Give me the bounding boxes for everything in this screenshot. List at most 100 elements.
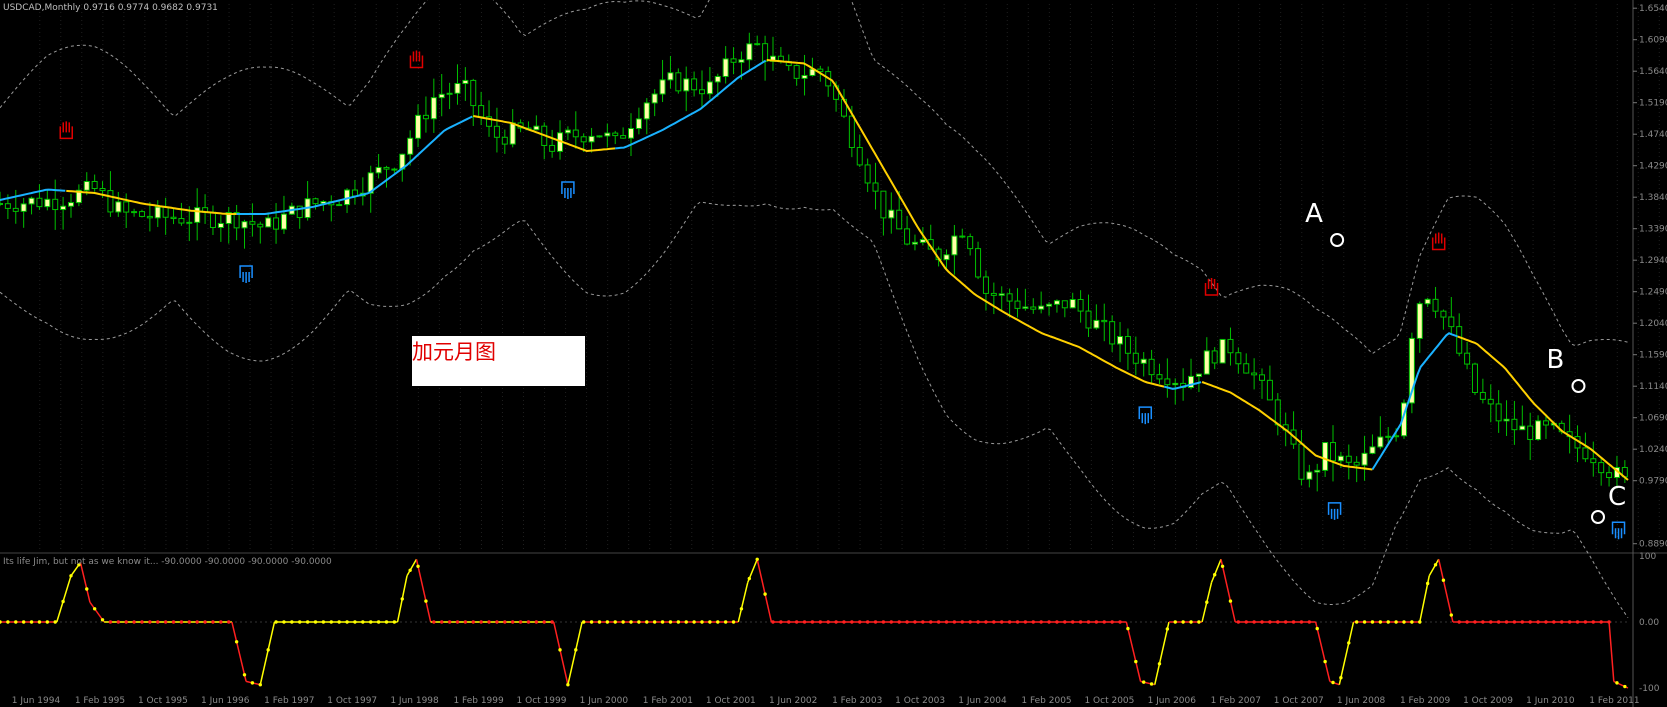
candle-body: [1053, 300, 1060, 305]
candle-body: [115, 201, 122, 213]
osc-point: [487, 620, 491, 624]
candle-body: [1038, 305, 1045, 310]
price-tick-label: 0.9790: [1639, 477, 1667, 487]
osc-point: [692, 620, 696, 624]
candle-body: [1440, 310, 1447, 318]
osc-point: [1276, 620, 1280, 624]
osc-point: [1339, 676, 1343, 680]
annotation-c: C: [1608, 482, 1626, 512]
candle-body: [880, 190, 887, 219]
annotation-b: B: [1546, 345, 1564, 375]
candle-body: [438, 93, 445, 99]
osc-point: [1094, 620, 1099, 624]
candle-body: [83, 180, 90, 191]
candle-body: [1117, 336, 1124, 345]
time-tick-label: 1 Feb 2003: [832, 696, 882, 706]
osc-point: [566, 683, 570, 687]
price-tick-label: 1.6540: [1639, 4, 1667, 14]
osc-point: [621, 620, 625, 624]
osc-point: [818, 620, 823, 624]
candle-body: [170, 216, 177, 220]
candle-body: [730, 58, 737, 63]
time-tick-label: 1 Jun 2006: [1148, 696, 1197, 706]
candle-body: [951, 235, 958, 256]
osc-point: [652, 620, 657, 624]
osc-point: [1607, 620, 1611, 624]
osc-point: [92, 607, 97, 611]
osc-point: [1110, 620, 1114, 624]
price-tick-label: 1.1140: [1639, 382, 1667, 392]
osc-point: [1149, 682, 1154, 686]
price-tick-label: 1.6090: [1639, 36, 1667, 46]
osc-point: [1552, 620, 1556, 624]
candle-body: [628, 127, 635, 139]
candle-body: [1535, 420, 1542, 440]
candle-body: [572, 129, 579, 138]
osc-point: [1165, 627, 1170, 631]
osc-point: [61, 599, 65, 604]
osc-tick-label: 0.00: [1639, 618, 1659, 628]
candle-body: [60, 205, 67, 211]
osc-point: [739, 607, 744, 611]
osc-point: [258, 683, 262, 687]
osc-point: [581, 620, 586, 624]
osc-point: [227, 620, 231, 624]
osc-point: [29, 620, 34, 624]
candle-body: [1511, 418, 1518, 431]
candle-body: [1014, 300, 1021, 309]
candle-body: [1085, 310, 1092, 329]
osc-point: [400, 597, 404, 601]
candle-body: [967, 236, 974, 250]
candle-body: [1101, 319, 1108, 323]
osc-point: [1047, 620, 1051, 624]
candle-body: [754, 43, 761, 46]
osc-point: [471, 620, 475, 624]
price-tick-label: 1.4740: [1639, 130, 1667, 140]
osc-point: [929, 620, 933, 624]
osc-point: [542, 620, 546, 624]
osc-point: [787, 620, 791, 624]
candle-body: [52, 198, 59, 211]
osc-point: [1212, 573, 1217, 577]
candle-body: [683, 78, 690, 92]
osc-point: [968, 620, 972, 624]
osc-point: [1347, 641, 1351, 645]
candle-body: [1259, 374, 1266, 381]
price-tick-label: 1.2940: [1639, 256, 1667, 266]
osc-point: [1331, 680, 1335, 685]
osc-point: [1394, 620, 1398, 624]
osc-point: [637, 620, 641, 624]
osc-point: [187, 620, 192, 624]
osc-point: [1354, 620, 1359, 624]
osc-point: [116, 620, 121, 624]
osc-point: [1544, 620, 1548, 624]
candle-body: [36, 197, 43, 208]
osc-point: [645, 620, 649, 624]
osc-point: [913, 620, 917, 624]
candle-body: [596, 135, 603, 138]
candle-body: [667, 72, 674, 81]
osc-point: [1071, 620, 1075, 624]
candle-body: [178, 218, 185, 224]
osc-point: [771, 620, 775, 624]
candle-body: [1164, 378, 1171, 386]
time-tick-label: 1 Oct 1995: [138, 696, 188, 706]
osc-point: [1000, 620, 1004, 624]
time-tick-label: 1 Oct 1999: [517, 696, 567, 706]
osc-point: [1315, 626, 1319, 631]
candle-body: [1203, 350, 1210, 375]
candle-body: [643, 102, 650, 120]
price-tick-label: 1.3840: [1639, 193, 1667, 203]
candle-body: [1487, 398, 1494, 405]
candle-body: [1132, 352, 1139, 364]
candle-body: [407, 137, 414, 155]
osc-point: [1236, 620, 1241, 624]
osc-point: [1015, 620, 1020, 624]
osc-point: [100, 618, 105, 622]
candle-body: [44, 198, 51, 208]
osc-point: [984, 620, 988, 624]
candle-body: [1424, 298, 1431, 305]
price-tick-label: 1.0240: [1639, 445, 1667, 455]
osc-point: [298, 620, 302, 624]
osc-point: [1307, 620, 1312, 624]
